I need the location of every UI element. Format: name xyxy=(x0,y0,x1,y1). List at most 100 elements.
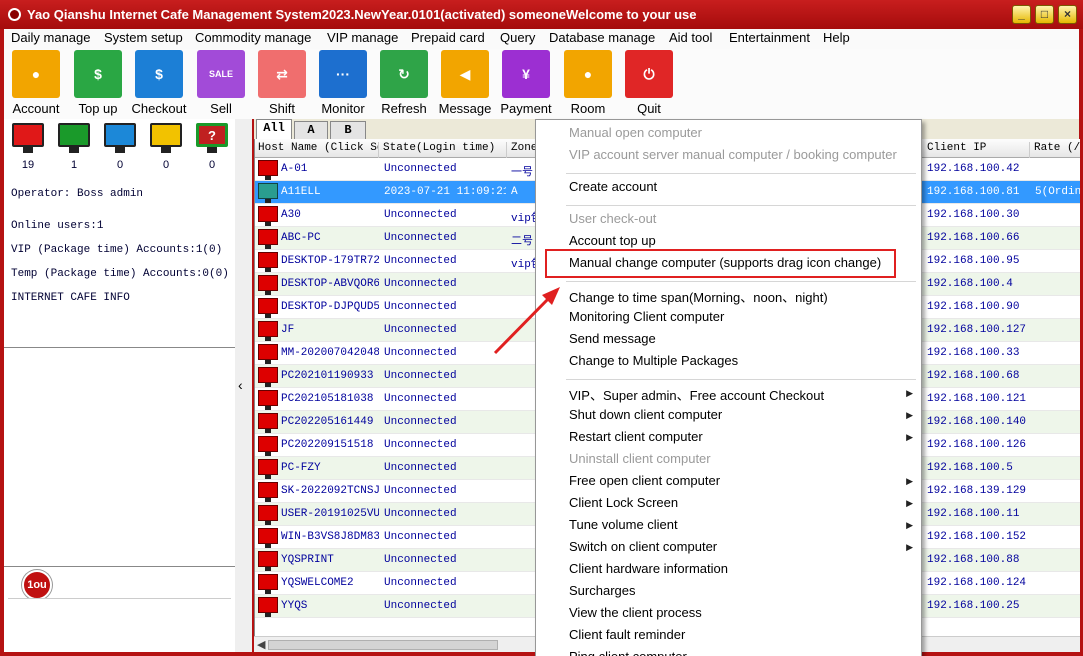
menu-prepaid-card[interactable]: Prepaid card xyxy=(411,30,485,45)
window-title: Yao Qianshu Internet Cafe Management Sys… xyxy=(27,7,697,22)
tab-all[interactable]: All xyxy=(256,119,292,139)
status-count: 0 xyxy=(162,159,170,171)
menu-system-setup[interactable]: System setup xyxy=(104,30,183,45)
toolbar-message-button[interactable]: ◀ Message xyxy=(437,50,493,116)
context-menu-item[interactable]: View the client process xyxy=(569,605,702,620)
computer-icon xyxy=(258,206,278,226)
login-state: Unconnected xyxy=(384,508,457,520)
rate: 5(Ordina xyxy=(1035,186,1080,198)
context-menu-item[interactable]: Change to time span(Morning、noon、night) xyxy=(569,287,828,306)
collapse-panel-handle[interactable]: ‹ xyxy=(235,119,252,652)
submenu-arrow-icon: ▶ xyxy=(906,476,913,486)
room-user-icon-glyph: ● xyxy=(583,66,593,82)
context-menu-item[interactable]: Tune volume client xyxy=(569,517,678,532)
context-menu-item[interactable]: Client Lock Screen xyxy=(569,495,678,510)
tab-a[interactable]: A xyxy=(294,121,328,139)
toolbar-account-button[interactable]: ● Account xyxy=(8,50,64,116)
context-menu-item[interactable]: Surcharges xyxy=(569,583,635,598)
host-name: ABC-PC xyxy=(281,232,321,244)
app-window: Yao Qianshu Internet Cafe Management Sys… xyxy=(0,0,1083,656)
host-name: JF xyxy=(281,324,295,336)
host-name: WIN-B3VS8J8DM83 xyxy=(281,531,379,543)
context-menu-item[interactable]: Client hardware information xyxy=(569,561,728,576)
host-name: YQSPRINT xyxy=(281,554,334,566)
context-menu-item[interactable]: Switch on client computer xyxy=(569,539,717,554)
toolbar-refresh-button[interactable]: ↻ Refresh xyxy=(376,50,432,116)
column-state[interactable]: State(Login time) xyxy=(380,142,507,158)
status-count: 0 xyxy=(116,159,124,171)
menu-commodity-manage[interactable]: Commodity manage xyxy=(195,30,311,45)
context-menu-item[interactable]: Shut down client computer xyxy=(569,407,722,422)
title-bar[interactable]: Yao Qianshu Internet Cafe Management Sys… xyxy=(0,0,1083,29)
submenu-arrow-icon: ▶ xyxy=(906,388,913,398)
room-user-icon: ● xyxy=(564,50,612,98)
context-menu-item[interactable]: VIP、Super admin、Free account Checkout xyxy=(569,385,824,404)
chevron-left-icon[interactable]: ‹ xyxy=(238,377,243,393)
refresh-icon: ↻ xyxy=(380,50,428,98)
scrollbar-thumb[interactable] xyxy=(268,640,498,650)
menu-daily-manage[interactable]: Daily manage xyxy=(11,30,91,45)
toolbar-room-button[interactable]: ● Room xyxy=(560,50,616,116)
context-menu-item[interactable]: Monitoring Client computer xyxy=(569,309,724,324)
context-menu-item[interactable]: Client fault reminder xyxy=(569,627,685,642)
status-monitor: 0 xyxy=(102,123,138,171)
client-ip: 192.168.100.66 xyxy=(927,232,1020,244)
toolbar-quit-button[interactable]: ⏻ Quit xyxy=(621,50,677,116)
toolbar-sell-button[interactable]: SALE Sell xyxy=(193,50,249,116)
minimize-button[interactable]: _ xyxy=(1012,5,1031,24)
toolbar-label: Refresh xyxy=(381,101,427,116)
status-monitors: 19 1 0 0? 0 xyxy=(8,123,230,177)
login-state: Unconnected xyxy=(384,209,457,221)
context-menu-item[interactable]: Send message xyxy=(569,331,656,346)
host-name: A-01 xyxy=(281,163,308,175)
menu-vip-manage[interactable]: VIP manage xyxy=(327,30,398,45)
menu-separator xyxy=(566,281,916,282)
megaphone-icon-glyph: ◀ xyxy=(459,65,471,82)
user-icon: ● xyxy=(12,50,60,98)
client-ip: 192.168.100.25 xyxy=(927,600,1020,612)
context-menu-item[interactable]: Change to Multiple Packages xyxy=(569,353,738,368)
toolbar-top-up-button[interactable]: $ Top up xyxy=(70,50,126,116)
column-client-ip[interactable]: Client IP xyxy=(924,142,1030,158)
scroll-left-icon[interactable]: ◀ xyxy=(257,638,265,651)
column-rate[interactable]: Rate (/h xyxy=(1031,142,1080,158)
maximize-button[interactable]: □ xyxy=(1035,5,1054,24)
toolbar-label: Payment xyxy=(500,101,552,116)
column-host-name[interactable]: Host Name (Click So xyxy=(255,142,379,158)
tab-b[interactable]: B xyxy=(330,121,366,139)
context-menu-item: Uninstall client computer xyxy=(569,451,711,466)
context-menu-item[interactable]: Restart client computer xyxy=(569,429,703,444)
monitor-icon: ? xyxy=(196,123,228,147)
login-state: Unconnected xyxy=(384,347,457,359)
user-icon-glyph: ● xyxy=(31,66,41,82)
toolbar-shift-button[interactable]: ⇄ Shift xyxy=(254,50,310,116)
context-menu-item[interactable]: Free open client computer xyxy=(569,473,720,488)
menu-entertainment[interactable]: Entertainment xyxy=(729,30,810,45)
computer-icon xyxy=(258,528,278,548)
menu-aid-tool[interactable]: Aid tool xyxy=(669,30,712,45)
client-ip: 192.168.100.30 xyxy=(927,209,1020,221)
toolbar-checkout-button[interactable]: $ Checkout xyxy=(131,50,187,116)
context-menu-item[interactable]: Account top up xyxy=(569,233,656,248)
column-zone[interactable]: Zone xyxy=(508,142,538,158)
sale-tag-icon-glyph: SALE xyxy=(208,69,233,79)
close-button[interactable]: × xyxy=(1058,5,1077,24)
toolbar-monitor-button[interactable]: ··· Monitor xyxy=(315,50,371,116)
monitor-icon xyxy=(150,123,182,147)
monitor-stand xyxy=(161,147,171,153)
menu-help[interactable]: Help xyxy=(823,30,850,45)
client-ip: 192.168.100.4 xyxy=(927,278,1013,290)
status-count: 1 xyxy=(70,159,78,171)
menu-query[interactable]: Query xyxy=(500,30,535,45)
monitor-stand xyxy=(23,147,33,153)
brand-logo: 1ou xyxy=(22,570,52,600)
host-name: PC202105181038 xyxy=(281,393,374,405)
login-state: Unconnected xyxy=(384,439,457,451)
context-menu-item[interactable]: Ping client computer xyxy=(569,649,687,656)
client-ip: 192.168.100.42 xyxy=(927,163,1020,175)
context-menu-item[interactable]: Create account xyxy=(569,179,657,194)
toolbar-payment-button[interactable]: ¥ Payment xyxy=(498,50,554,116)
bill-icon-glyph: $ xyxy=(155,66,163,82)
client-ip: 192.168.100.126 xyxy=(927,439,1027,451)
menu-database-manage[interactable]: Database manage xyxy=(549,30,655,45)
